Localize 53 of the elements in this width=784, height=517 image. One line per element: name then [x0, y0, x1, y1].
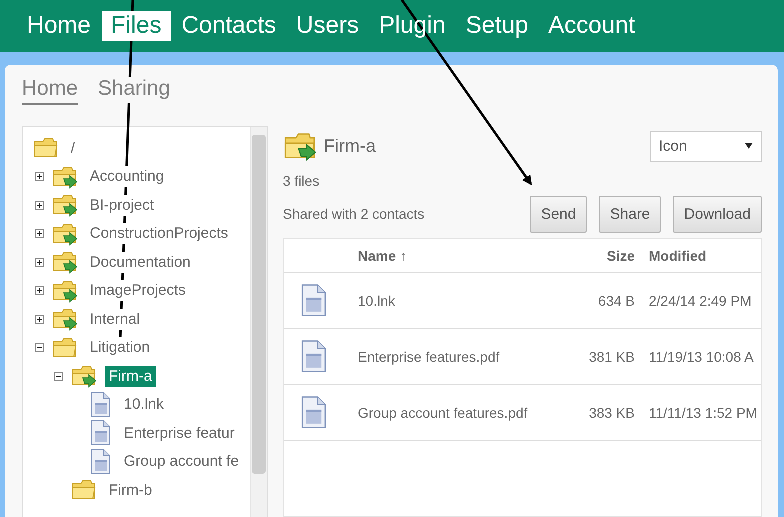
- nav-tab[interactable]: Files: [102, 11, 171, 41]
- file-name[interactable]: Enterprise features.pdf: [358, 348, 590, 364]
- collapse-toggle-icon[interactable]: [54, 372, 63, 381]
- file-name[interactable]: Group account features.pdf: [358, 404, 590, 420]
- file-size: 381 KB: [589, 348, 635, 364]
- action-button[interactable]: Send: [530, 196, 588, 232]
- shared-folder-icon: [52, 222, 78, 246]
- action-button[interactable]: Download: [673, 196, 762, 232]
- file-icon: [90, 448, 112, 475]
- collapse-toggle-icon[interactable]: [35, 343, 44, 352]
- shared-folder-icon: [52, 193, 78, 218]
- column-header[interactable]: Modified: [635, 248, 761, 264]
- shared-folder-icon: [71, 364, 97, 388]
- column-header[interactable]: Name ↑: [358, 248, 607, 264]
- folder-icon: [71, 478, 97, 502]
- file-size: 634 B: [598, 292, 635, 308]
- action-button[interactable]: Share: [599, 196, 662, 232]
- expand-toggle-icon[interactable]: [35, 229, 44, 238]
- expand-toggle-icon[interactable]: [35, 314, 44, 324]
- file-icon: [300, 396, 328, 429]
- file-name[interactable]: 10.lnk: [358, 292, 598, 308]
- expand-toggle-icon[interactable]: [35, 258, 44, 267]
- expand-toggle-icon[interactable]: [35, 200, 44, 210]
- expand-toggle-icon[interactable]: [35, 172, 44, 182]
- view-select[interactable]: Icon: [650, 130, 762, 162]
- file-count: 3 files: [283, 173, 321, 191]
- file-icon: [90, 420, 112, 446]
- nav-tab[interactable]: Home: [18, 11, 100, 41]
- shared-folder-icon: [52, 250, 78, 274]
- shared-folder-icon: [52, 307, 78, 332]
- caret-icon: [745, 143, 753, 149]
- shared-folder-icon: [52, 278, 78, 303]
- sharing-info: Shared with 2 contacts: [283, 206, 425, 222]
- file-icon: [90, 392, 112, 418]
- file-modified: 11/11/13 1:52 PM: [648, 404, 758, 420]
- folder-icon: [52, 336, 78, 360]
- file-modified: 11/19/13 10:08 A: [648, 348, 755, 364]
- shared-folder-icon: [52, 164, 78, 189]
- tree-item[interactable]: Firm-a: [105, 366, 156, 387]
- folder-title: Firm-a: [324, 136, 376, 156]
- nav-tab[interactable]: Setup: [456, 11, 538, 41]
- column-header[interactable]: Size: [606, 248, 635, 264]
- file-modified: 2/24/14 2:49 PM: [648, 292, 753, 308]
- folder-icon: [33, 136, 59, 160]
- scrollbar[interactable]: [250, 127, 267, 517]
- nav-tab[interactable]: Users: [287, 11, 368, 41]
- nav-tab[interactable]: Account: [540, 11, 644, 41]
- file-size: 383 KB: [589, 404, 635, 420]
- sub-tab[interactable]: Sharing: [98, 77, 170, 103]
- file-icon: [300, 284, 328, 317]
- expand-toggle-icon[interactable]: [35, 286, 44, 296]
- nav-tab[interactable]: Contacts: [172, 11, 286, 41]
- file-icon: [300, 340, 328, 373]
